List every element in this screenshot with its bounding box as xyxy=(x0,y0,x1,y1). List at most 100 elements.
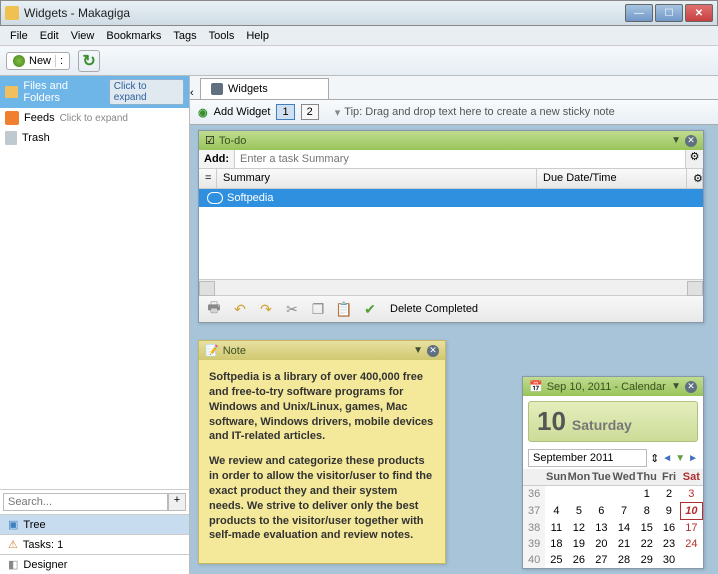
calendar-day[interactable]: 22 xyxy=(636,536,658,552)
collapse-icon[interactable]: ▼ xyxy=(671,381,681,392)
calendar-header[interactable]: 📅 Sep 10, 2011 - Calendar ▼ ✕ xyxy=(523,377,703,396)
sidebar: Files and Folders Click to expand Feeds … xyxy=(0,76,190,574)
todo-row[interactable]: Softpedia xyxy=(199,189,703,207)
menu-tools[interactable]: Tools xyxy=(203,28,241,44)
sidebar-search: + xyxy=(0,489,189,514)
calendar-day[interactable]: 1 xyxy=(636,486,658,503)
calendar-widget[interactable]: 📅 Sep 10, 2011 - Calendar ▼ ✕ 10 Saturda… xyxy=(522,376,704,569)
calendar-day[interactable]: 16 xyxy=(658,520,680,537)
month-selector[interactable]: September 2011 xyxy=(528,449,647,467)
calendar-day[interactable]: 13 xyxy=(590,520,612,537)
sidebar-feeds[interactable]: Feeds Click to expand xyxy=(0,108,189,128)
calendar-day[interactable]: 18 xyxy=(545,536,567,552)
close-icon[interactable]: ✕ xyxy=(427,345,439,357)
todo-header[interactable]: ☑ To-do ▼ ✕ xyxy=(199,131,703,150)
expand-button[interactable]: Click to expand xyxy=(109,79,184,105)
sidebar-files-folders[interactable]: Files and Folders Click to expand xyxy=(0,76,189,108)
todo-column-headers: = Summary Due Date/Time ⚙ xyxy=(199,169,703,189)
calendar-day[interactable]: 30 xyxy=(658,552,680,568)
tab-collapse-handle[interactable]: ‹ xyxy=(190,87,194,99)
calendar-day[interactable]: 24 xyxy=(680,536,702,552)
note-body[interactable]: Softpedia is a library of over 400,000 f… xyxy=(199,360,445,563)
copy-icon[interactable]: ❐ xyxy=(308,299,328,319)
maximize-button[interactable]: ☐ xyxy=(655,4,683,22)
dow-header: Sat xyxy=(680,469,702,486)
todo-toolbar: 🖶 ↶ ↷ ✂ ❐ 📋 ✔ Delete Completed xyxy=(199,295,703,322)
calendar-day[interactable]: 2 xyxy=(658,486,680,503)
refresh-button[interactable]: ↻ xyxy=(78,50,100,72)
menu-file[interactable]: File xyxy=(4,28,34,44)
calendar-day[interactable]: 6 xyxy=(590,503,612,520)
close-icon[interactable]: ✕ xyxy=(685,381,697,393)
calendar-day[interactable]: 23 xyxy=(658,536,680,552)
redo-icon[interactable]: ↷ xyxy=(256,299,276,319)
calendar-day[interactable]: 7 xyxy=(613,503,636,520)
designer-icon: ◧ xyxy=(8,558,18,571)
calendar-day[interactable]: 20 xyxy=(590,536,612,552)
menu-bookmarks[interactable]: Bookmarks xyxy=(100,28,167,44)
today-button[interactable]: ▼ xyxy=(675,453,685,464)
page-1-button[interactable]: 1 xyxy=(276,104,294,120)
add-widget-button[interactable]: Add Widget xyxy=(214,106,271,118)
calendar-day[interactable]: 4 xyxy=(545,503,567,520)
menu-help[interactable]: Help xyxy=(240,28,275,44)
calendar-day[interactable]: 17 xyxy=(680,520,702,537)
sidebar-tab-tasks[interactable]: ⚠ Tasks: 1 xyxy=(0,534,189,554)
calendar-day[interactable]: 3 xyxy=(680,486,702,503)
close-icon[interactable]: ✕ xyxy=(685,135,697,147)
collapse-icon[interactable]: ▼ xyxy=(413,345,423,356)
sidebar-trash[interactable]: Trash xyxy=(0,128,189,148)
horizontal-scrollbar[interactable] xyxy=(199,279,703,295)
note-widget[interactable]: 📝 Note ▼ ✕ Softpedia is a library of ove… xyxy=(198,340,446,564)
new-spinner[interactable]: : xyxy=(55,55,63,67)
menu-view[interactable]: View xyxy=(65,28,101,44)
menu-edit[interactable]: Edit xyxy=(34,28,65,44)
calendar-day[interactable]: 5 xyxy=(568,503,591,520)
col-check[interactable]: = xyxy=(199,169,217,188)
col-due[interactable]: Due Date/Time xyxy=(537,169,687,188)
calendar-day[interactable]: 27 xyxy=(590,552,612,568)
col-config[interactable]: ⚙ xyxy=(687,169,703,188)
collapse-icon[interactable]: ▼ xyxy=(671,135,681,146)
month-spinner[interactable]: ⇕ xyxy=(650,452,659,465)
menu-tags[interactable]: Tags xyxy=(167,28,202,44)
calendar-day[interactable]: 14 xyxy=(613,520,636,537)
note-header[interactable]: 📝 Note ▼ ✕ xyxy=(199,341,445,360)
todo-add-input[interactable] xyxy=(235,150,685,168)
calendar-day[interactable]: 15 xyxy=(636,520,658,537)
undo-icon[interactable]: ↶ xyxy=(230,299,250,319)
calendar-day[interactable]: 28 xyxy=(613,552,636,568)
calendar-day[interactable]: 9 xyxy=(658,503,680,520)
calendar-day[interactable]: 12 xyxy=(568,520,591,537)
page-2-button[interactable]: 2 xyxy=(301,104,319,120)
close-button[interactable]: ✕ xyxy=(685,4,713,22)
calendar-day[interactable]: 21 xyxy=(613,536,636,552)
calendar-day[interactable]: 19 xyxy=(568,536,591,552)
add-config-button[interactable]: ⚙ xyxy=(685,150,703,168)
tasks-icon: ⚠ xyxy=(8,538,18,551)
tab-widgets[interactable]: Widgets xyxy=(200,78,329,99)
paste-icon[interactable]: 📋 xyxy=(334,299,354,319)
todo-widget[interactable]: ☑ To-do ▼ ✕ Add: ⚙ = Summary Due Date/Ti… xyxy=(198,130,704,323)
print-icon[interactable]: 🖶 xyxy=(204,299,224,319)
week-number: 37 xyxy=(523,503,545,520)
row-checkbox[interactable] xyxy=(207,192,223,204)
calendar-day[interactable]: 25 xyxy=(545,552,567,568)
new-button[interactable]: New : xyxy=(6,52,70,70)
sidebar-tab-tree[interactable]: ▣ Tree xyxy=(0,514,189,534)
next-button[interactable]: ► xyxy=(688,453,698,464)
cut-icon[interactable]: ✂ xyxy=(282,299,302,319)
todo-list[interactable]: Softpedia xyxy=(199,189,703,279)
sidebar-tab-designer[interactable]: ◧ Designer xyxy=(0,554,189,574)
minimize-button[interactable]: — xyxy=(625,4,653,22)
search-add-button[interactable]: + xyxy=(168,493,186,511)
calendar-day[interactable]: 29 xyxy=(636,552,658,568)
search-input[interactable] xyxy=(3,493,168,511)
calendar-day[interactable]: 26 xyxy=(568,552,591,568)
col-summary[interactable]: Summary xyxy=(217,169,537,188)
calendar-day[interactable]: 10 xyxy=(680,503,702,520)
calendar-day[interactable]: 8 xyxy=(636,503,658,520)
delete-completed-button[interactable]: Delete Completed xyxy=(390,303,478,315)
calendar-day[interactable]: 11 xyxy=(545,520,567,537)
prev-button[interactable]: ◄ xyxy=(662,453,672,464)
